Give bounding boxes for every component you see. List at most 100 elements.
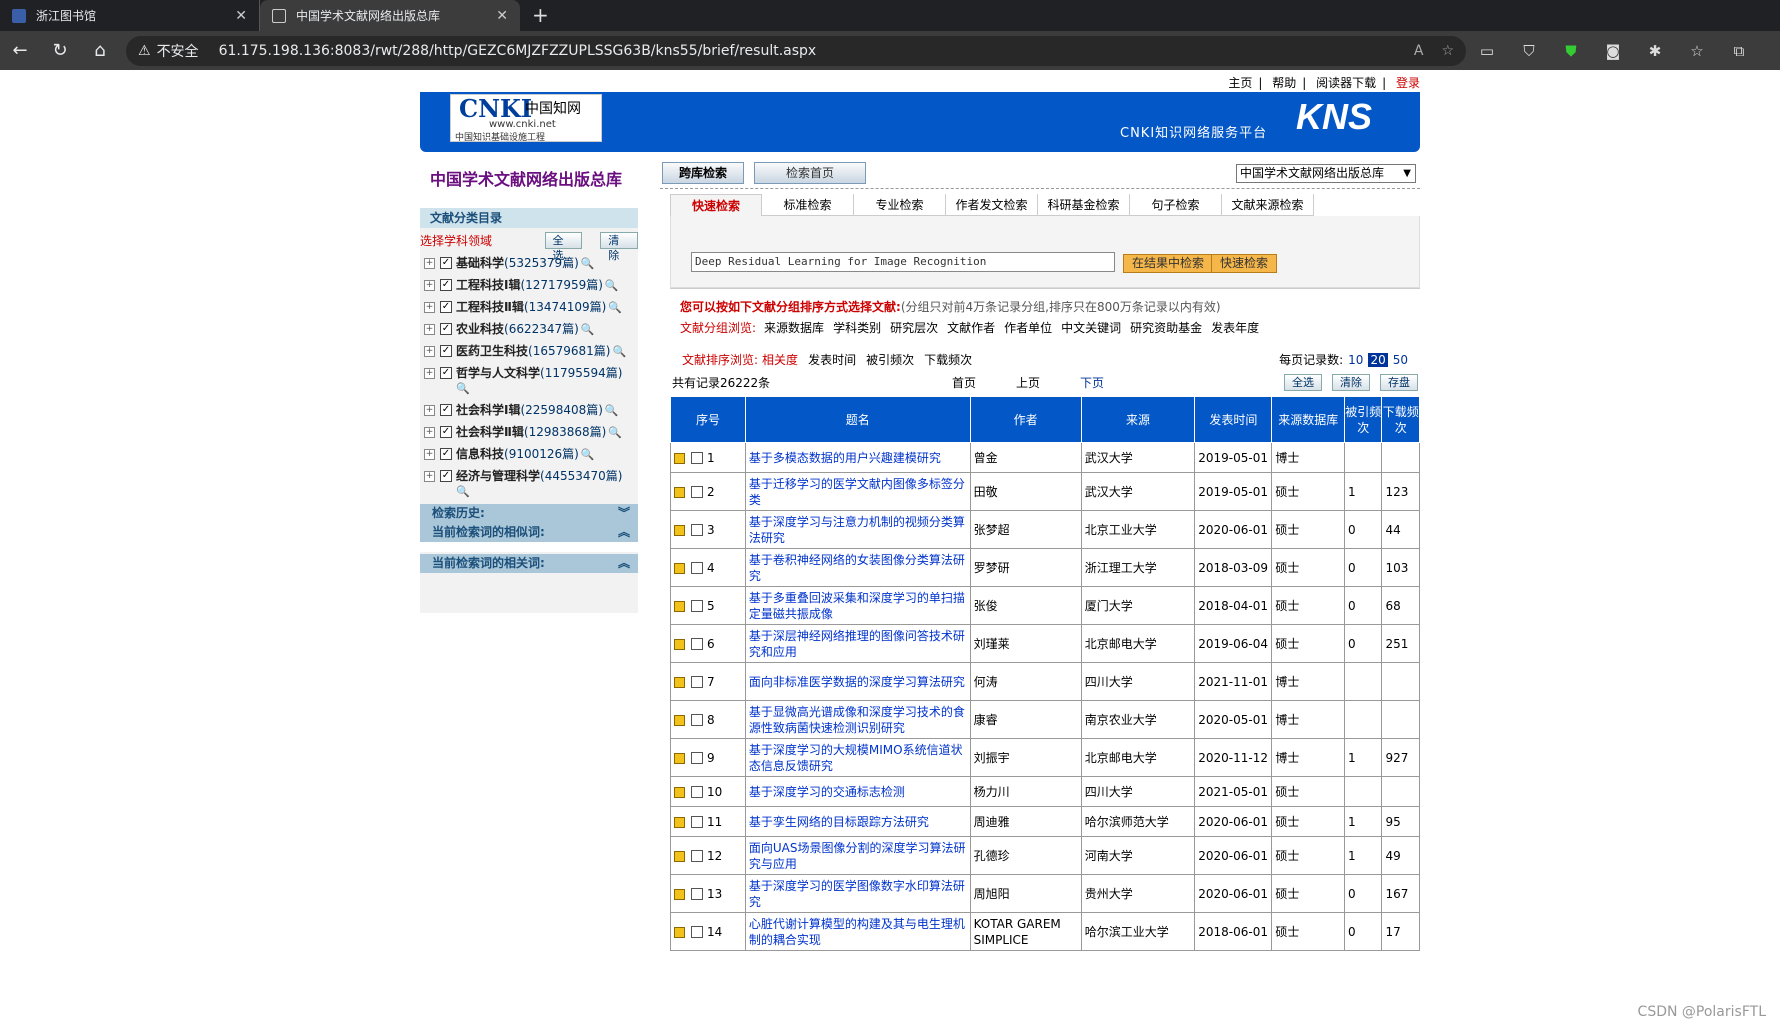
expand-plus-icon[interactable]: + [424,405,435,416]
row-checkbox[interactable] [691,452,703,464]
quick-search-button[interactable]: 快速检索 [1211,254,1278,273]
category-checkbox[interactable]: ✓ [440,323,452,335]
read-aloud-icon[interactable]: A [1414,43,1424,59]
clear-selection-button[interactable]: 清除 [1332,373,1370,391]
similar-words-bar[interactable]: 当前检索词的相似词: ︽ [420,523,638,542]
group-item[interactable]: 发表年度 [1211,321,1259,335]
prev-page-link[interactable]: 上页 [1016,374,1040,391]
sort-item[interactable]: 被引频次 [866,353,914,367]
search-input[interactable]: Deep Residual Learning for Image Recogni… [691,252,1115,272]
category-checkbox[interactable]: ✓ [440,257,452,269]
title-link[interactable]: 基于卷积神经网络的女装图像分类算法研究 [749,553,965,583]
row-checkbox[interactable] [691,786,703,798]
search-tab-1[interactable]: 标准检索 [762,194,854,216]
group-item[interactable]: 作者单位 [1004,321,1052,335]
title-link[interactable]: 基于多重叠回波采集和深度学习的单扫描定量磁共振成像 [749,591,965,621]
row-checkbox[interactable] [691,600,703,612]
category-name[interactable]: 社会科学Ⅰ辑 [456,403,520,417]
search-tab-6[interactable]: 文献来源检索 [1222,194,1314,216]
search-icon[interactable]: 🔍 [581,257,595,270]
login-link[interactable]: 登录 [1396,76,1420,90]
expand-plus-icon[interactable]: + [424,449,435,460]
row-checkbox[interactable] [691,676,703,688]
category-name[interactable]: 社会科学Ⅱ辑 [456,425,524,439]
row-checkbox[interactable] [691,816,703,828]
search-tab-4[interactable]: 科研基金检索 [1038,194,1130,216]
group-item[interactable]: 学科类别 [833,321,881,335]
category-name[interactable]: 经济与管理科学 [456,469,540,483]
url-input[interactable]: ⚠ 不安全 61.175.198.136:8083/rwt/288/http/G… [126,35,1466,66]
sort-item[interactable]: 发表时间 [808,353,856,367]
category-checkbox[interactable]: ✓ [440,448,452,460]
new-tab-icon[interactable]: + [532,0,549,31]
category-name[interactable]: 基础科学 [456,256,504,270]
page-size-option[interactable]: 10 [1348,353,1363,367]
search-tab-3[interactable]: 作者发文检索 [946,194,1038,216]
row-checkbox[interactable] [691,850,703,862]
search-icon[interactable]: 🔍 [581,448,595,461]
group-item[interactable]: 中文关键词 [1061,321,1121,335]
split-screen-icon[interactable]: ▭ [1466,42,1508,60]
expand-plus-icon[interactable]: + [424,258,435,269]
reload-icon[interactable]: ↻ [40,40,80,61]
category-name[interactable]: 工程科技Ⅱ辑 [456,300,524,314]
category-name[interactable]: 哲学与人文科学 [456,366,540,380]
category-checkbox[interactable]: ✓ [440,345,452,357]
title-link[interactable]: 基于多模态数据的用户兴趣建模研究 [749,451,941,465]
search-icon[interactable]: 🔍 [456,381,622,397]
row-checkbox[interactable] [691,486,703,498]
search-icon[interactable]: 🔍 [608,426,622,439]
row-checkbox[interactable] [691,752,703,764]
row-checkbox[interactable] [691,714,703,726]
sort-item[interactable]: 相关度 [762,353,798,367]
save-button[interactable]: 存盘 [1380,373,1418,391]
back-icon[interactable]: ← [0,40,40,61]
category-name[interactable]: 农业科技 [456,322,504,336]
expand-plus-icon[interactable]: + [424,368,435,379]
row-checkbox[interactable] [691,888,703,900]
search-home-tab[interactable]: 检索首页 [754,162,866,184]
search-tab-0[interactable]: 快速检索 [670,194,762,216]
expand-plus-icon[interactable]: + [424,302,435,313]
category-checkbox[interactable]: ✓ [440,426,452,438]
expand-plus-icon[interactable]: + [424,280,435,291]
collections-icon[interactable]: ⧉ [1718,42,1760,60]
sort-item[interactable]: 下载频次 [924,353,972,367]
title-link[interactable]: 基于深度学习的交通标志检测 [749,785,905,799]
title-link[interactable]: 心脏代谢计算模型的构建及其与电生理机制的耦合实现 [749,917,965,947]
group-item[interactable]: 来源数据库 [764,321,824,335]
search-tab-2[interactable]: 专业检索 [854,194,946,216]
browser-tab-cnki[interactable]: 中国学术文献网络出版总库 ✕ [260,0,520,31]
title-link[interactable]: 基于孪生网络的目标跟踪方法研究 [749,815,929,829]
extension-app-icon[interactable]: ◙ [1592,42,1634,60]
adblock-icon[interactable]: ⛊ [1550,42,1592,60]
shield-icon[interactable]: ⛉ [1508,42,1550,60]
clear-button[interactable]: 清除 [600,231,638,262]
collapse-icon[interactable]: ︽ [618,554,630,573]
help-link[interactable]: 帮助 [1272,76,1296,90]
category-name[interactable]: 工程科技Ⅰ辑 [456,278,520,292]
group-item[interactable]: 研究层次 [890,321,938,335]
search-icon[interactable]: 🔍 [605,279,619,292]
search-icon[interactable]: 🔍 [581,323,595,336]
title-link[interactable]: 基于迁移学习的医学文献内图像多标签分类 [749,477,965,507]
expand-plus-icon[interactable]: + [424,324,435,335]
group-item[interactable]: 研究资助基金 [1130,321,1202,335]
search-tab-5[interactable]: 句子检索 [1130,194,1222,216]
home-link[interactable]: 主页 [1228,76,1252,90]
related-words-bar[interactable]: 当前检索词的相关词: ︽ [420,554,638,573]
home-icon[interactable]: ⌂ [80,40,120,61]
expand-plus-icon[interactable]: + [424,346,435,357]
title-link[interactable]: 面向UAS场景图像分割的深度学习算法研究与应用 [749,841,966,871]
page-size-option[interactable]: 50 [1393,353,1408,367]
category-checkbox[interactable]: ✓ [440,301,452,313]
search-icon[interactable]: 🔍 [612,345,626,358]
select-all-results-button[interactable]: 全选 [1284,373,1322,391]
category-checkbox[interactable]: ✓ [440,367,452,379]
favorites-icon[interactable]: ☆ [1676,42,1718,60]
title-link[interactable]: 基于深度学习与注意力机制的视频分类算法研究 [749,515,965,545]
select-all-button[interactable]: 全选 [544,231,583,262]
title-link[interactable]: 基于深度学习的医学图像数字水印算法研究 [749,879,965,909]
first-page-link[interactable]: 首页 [952,374,976,391]
search-history-bar[interactable]: 检索历史: ︾ [420,504,638,523]
